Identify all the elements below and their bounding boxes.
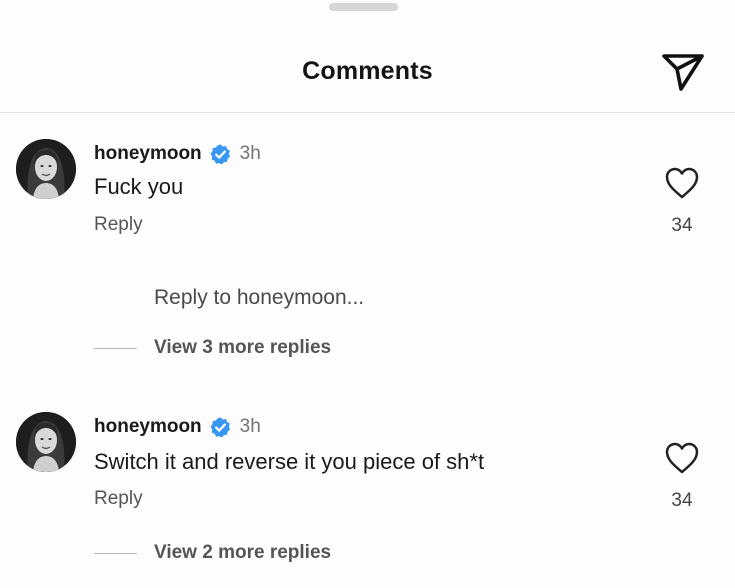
reply-button[interactable]: Reply [94,214,143,236]
avatar[interactable] [16,412,76,472]
reply-to-input[interactable]: Reply to honeymoon... [154,286,364,310]
view-replies-label: View 2 more replies [154,542,332,563]
timestamp: 3h [239,143,261,164]
view-replies-label: View 3 more replies [154,337,332,358]
like-count: 34 [671,490,693,511]
send-paper-plane-icon[interactable] [660,52,706,92]
page-title: Comments [302,57,433,85]
replies-divider-line [94,552,137,554]
reply-button[interactable]: Reply [94,488,143,510]
verified-badge-icon [210,143,230,164]
heart-icon[interactable] [664,166,700,200]
timestamp: 3h [239,416,261,437]
comments-sheet: Comments honeymoon 3h Fuck you Reply 34 … [0,0,735,588]
username[interactable]: honeymoon [94,416,202,438]
heart-icon[interactable] [664,441,700,475]
comment-text: Fuck you [94,174,184,199]
replies-divider-line [94,347,137,349]
comment-header: honeymoon 3h [94,414,261,440]
avatar[interactable] [16,139,76,199]
comment-text: Switch it and reverse it you piece of sh… [94,449,485,474]
comment-header: honeymoon 3h [94,141,261,167]
comments-header: Comments [0,0,735,113]
username[interactable]: honeymoon [94,143,202,165]
like-count: 34 [671,215,693,236]
view-more-replies-button[interactable]: View 3 more replies [94,335,331,361]
view-more-replies-button[interactable]: View 2 more replies [94,540,331,566]
verified-badge-icon [210,416,230,437]
